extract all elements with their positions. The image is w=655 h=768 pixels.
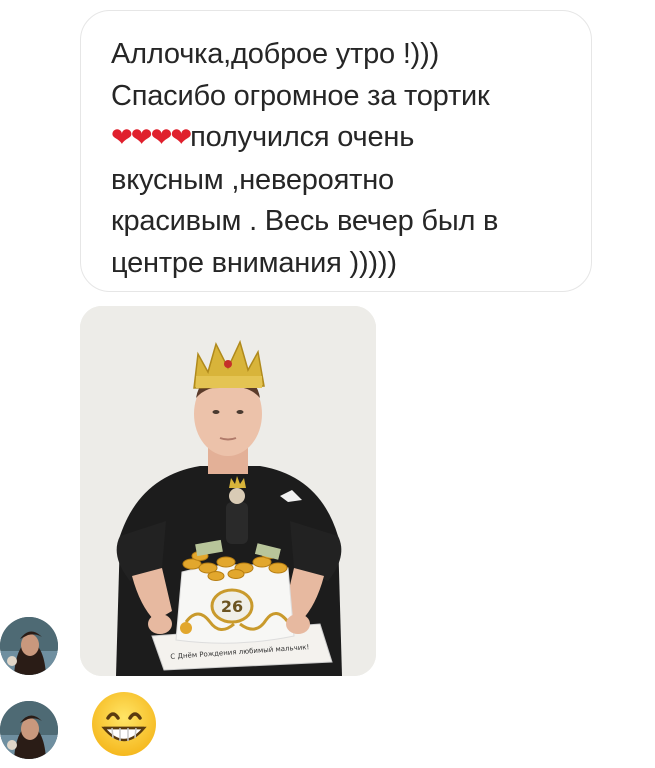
message-bubble[interactable]: Аллочка,доброе утро !))) Спасибо огромно… [80, 10, 592, 292]
chat-thread: Аллочка,доброе утро !))) Спасибо огромно… [0, 0, 655, 768]
sender-avatar[interactable] [0, 617, 58, 675]
message-rest: вкусным ,невероятно красивым . Весь вече… [111, 163, 499, 279]
grinning-face-emoji-icon[interactable] [90, 690, 158, 758]
cake-photo[interactable]: С Днём Рождения любимый мальчик! 26 [80, 306, 376, 676]
message-line-3: получился очень [190, 121, 415, 153]
cake-number: 26 [221, 597, 243, 616]
sender-avatar[interactable] [0, 701, 58, 759]
hearts-emoji: ❤❤❤❤ [111, 123, 192, 153]
message-line-2: Спасибо огромное за тортик [111, 79, 490, 112]
message-text: Аллочка,доброе утро !))) Спасибо огромно… [111, 34, 567, 284]
message-line-1: Аллочка,доброе утро !))) [111, 38, 440, 70]
